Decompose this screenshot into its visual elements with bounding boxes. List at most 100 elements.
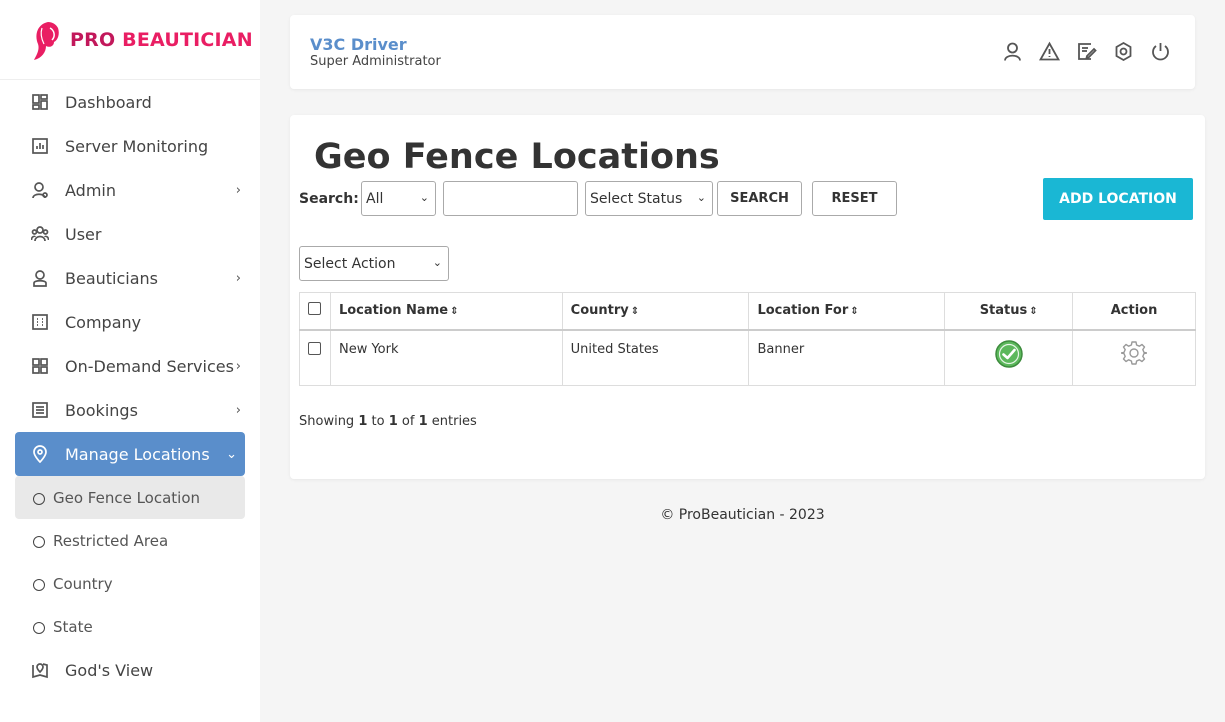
status-select-value: Select Status <box>590 190 683 207</box>
top-header: V3C Driver Super Administrator <box>290 15 1195 89</box>
sidebar-item-admin[interactable]: Admin › <box>15 168 245 212</box>
sort-icon: ⇕ <box>450 306 459 318</box>
column-header-action: Action <box>1072 292 1196 331</box>
chevron-down-icon: ⌄ <box>432 256 442 269</box>
power-icon[interactable] <box>1150 41 1171 62</box>
sidebar-item-on-demand-services[interactable]: On-Demand Services › <box>15 344 245 388</box>
pagination-text: to <box>371 414 385 429</box>
cell-country: United States <box>561 329 750 386</box>
sidebar-item-label: Admin <box>65 180 116 200</box>
profile-icon[interactable] <box>1002 41 1023 62</box>
cell-location-name: New York <box>329 329 563 386</box>
map-icon <box>31 661 49 679</box>
user-name: V3C Driver <box>310 35 407 54</box>
bulk-action-select[interactable]: Select Action ⌄ <box>299 246 449 281</box>
sidebar-item-company[interactable]: Company <box>15 300 245 344</box>
search-input[interactable] <box>443 181 578 216</box>
sidebar-item-beauticians[interactable]: Beauticians › <box>15 256 245 300</box>
sidebar-subitem-label: Restricted Area <box>53 531 169 550</box>
pagination-to: 1 <box>388 414 398 429</box>
sidebar-subitem-country[interactable]: Country <box>15 562 245 605</box>
sidebar-subitem-label: Geo Fence Location <box>53 488 201 507</box>
chevron-right-icon: › <box>235 183 241 198</box>
pagination-text: entries <box>431 414 477 429</box>
sidebar-item-manage-locations[interactable]: Manage Locations ⌄ <box>15 432 245 476</box>
pagination-text: of <box>401 414 415 429</box>
sidebar-item-bookings[interactable]: Bookings › <box>15 388 245 432</box>
footer-copyright: © ProBeautician - 2023 <box>660 507 825 523</box>
sidebar-subitem-restricted-area[interactable]: Restricted Area <box>15 519 245 562</box>
sort-icon: ⇕ <box>630 306 640 318</box>
brand-logo[interactable]: PRO BEAUTICIAN <box>0 0 260 80</box>
pagination-total: 1 <box>418 414 428 429</box>
column-header-status[interactable]: Status ⇕ <box>944 292 1074 331</box>
search-button[interactable]: SEARCH <box>717 181 802 216</box>
column-header-label: Status <box>979 303 1028 319</box>
sidebar-item-label: Manage Locations <box>65 444 210 464</box>
add-location-button[interactable]: ADD LOCATION <box>1043 178 1193 220</box>
sidebar-subitem-label: State <box>53 617 93 636</box>
sidebar-item-label: On-Demand Services <box>65 356 234 376</box>
location-icon <box>31 445 49 463</box>
select-all-checkbox[interactable] <box>308 302 322 316</box>
sidebar-item-gods-view[interactable]: God's View <box>15 648 245 692</box>
user-role: Super Administrator <box>310 54 441 69</box>
pagination-info: Showing 1 to 1 of 1 entries <box>299 414 477 429</box>
chevron-down-icon: ⌄ <box>696 191 706 204</box>
column-header-label: Action <box>1110 303 1158 319</box>
sort-icon: ⇕ <box>1029 306 1038 318</box>
building-icon <box>31 313 49 331</box>
locations-table: Location Name ⇕ Country ⇕ Location For ⇕ St… <box>299 292 1196 386</box>
warning-icon[interactable] <box>1039 41 1060 62</box>
page-title: Geo Fence Locations <box>314 137 720 177</box>
row-checkbox[interactable] <box>308 341 322 355</box>
brand-word-pro: PRO <box>70 28 116 51</box>
pagination-text: Showing <box>299 414 355 429</box>
chevron-down-icon: ⌄ <box>226 447 237 462</box>
reset-button[interactable]: RESET <box>812 181 897 216</box>
pagination-from: 1 <box>358 414 368 429</box>
cell-location-for: Banner <box>748 329 946 386</box>
circle-icon <box>33 493 45 505</box>
sidebar-item-label: Dashboard <box>65 92 152 112</box>
brand-name: PRO BEAUTICIAN <box>70 29 253 51</box>
edit-notes-icon[interactable] <box>1076 41 1097 62</box>
chevron-right-icon: › <box>235 271 241 286</box>
column-header-location-for[interactable]: Location For ⇕ <box>748 292 946 331</box>
search-field-value: All <box>366 190 384 207</box>
status-select[interactable]: Select Status ⌄ <box>585 181 713 216</box>
geo-fence-card: Geo Fence Locations Search: All ⌄ Select… <box>290 115 1205 479</box>
chart-icon <box>31 137 49 155</box>
status-active-icon[interactable] <box>994 339 1024 369</box>
sidebar: PRO BEAUTICIAN Dashboard Server Monitori… <box>0 0 260 722</box>
brand-word-beautician: BEAUTICIAN <box>122 28 253 51</box>
sidebar-item-label: Server Monitoring <box>65 136 209 156</box>
column-header-country[interactable]: Country ⇕ <box>561 292 750 331</box>
sidebar-item-user[interactable]: User <box>15 212 245 256</box>
row-select-cell <box>299 329 331 386</box>
users-icon <box>31 225 49 243</box>
dashboard-icon <box>31 93 49 111</box>
sidebar-item-dashboard[interactable]: Dashboard <box>15 80 245 124</box>
person-icon <box>31 269 49 287</box>
admin-icon <box>31 181 49 199</box>
table-header-row: Location Name ⇕ Country ⇕ Location For ⇕ St… <box>299 292 1196 331</box>
sidebar-subitem-geo-fence-location[interactable]: Geo Fence Location <box>15 476 245 519</box>
sidebar-item-server-monitoring[interactable]: Server Monitoring <box>15 124 245 168</box>
sidebar-item-label: User <box>65 224 102 244</box>
settings-gear-icon[interactable] <box>1120 340 1148 366</box>
gear-icon[interactable] <box>1113 41 1134 62</box>
circle-icon <box>33 536 45 548</box>
search-field-select[interactable]: All ⌄ <box>361 181 436 216</box>
column-header-label: Location For <box>757 303 849 319</box>
circle-icon <box>33 622 45 634</box>
cell-action <box>1072 329 1196 386</box>
header-actions <box>986 41 1171 62</box>
column-header-location-name[interactable]: Location Name ⇕ <box>329 292 563 331</box>
grid-icon <box>31 357 49 375</box>
sidebar-item-label: Bookings <box>65 400 138 420</box>
circle-icon <box>33 579 45 591</box>
sidebar-subitem-label: Country <box>53 574 113 593</box>
sidebar-subitem-state[interactable]: State <box>15 605 245 648</box>
list-icon <box>31 401 49 419</box>
